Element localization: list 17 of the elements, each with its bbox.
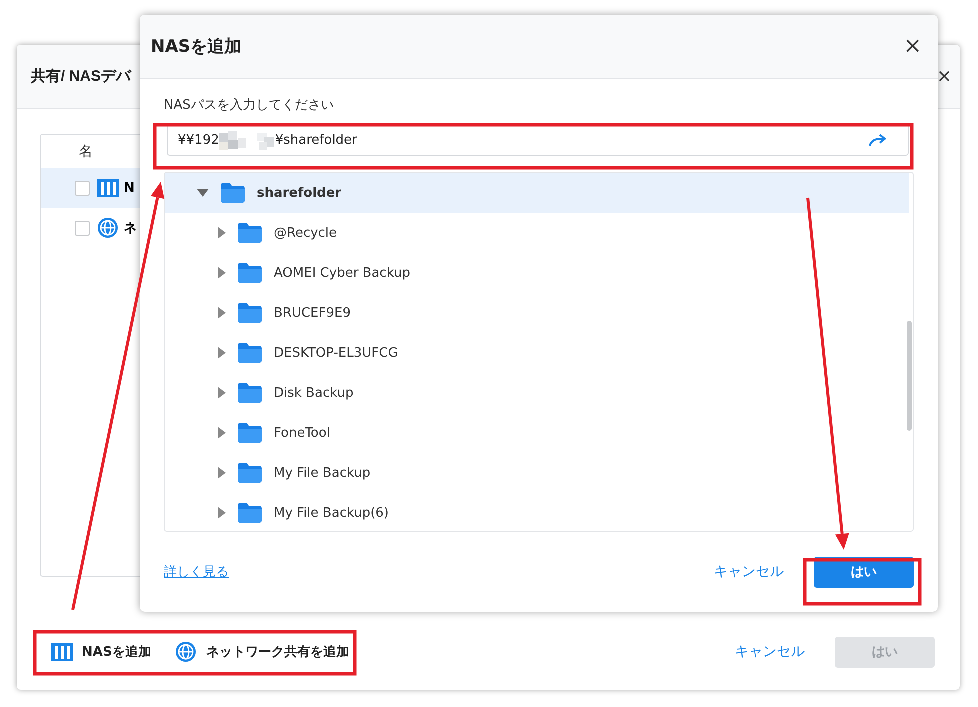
path-text: ¥¥192 (178, 132, 220, 148)
folder-name: DESKTOP-EL3UFCG (274, 346, 398, 360)
folder-name: AOMEI Cyber Backup (274, 266, 410, 280)
field-label: NASパスを入力してください (164, 97, 335, 114)
folder-name: Disk Backup (274, 386, 354, 400)
dialog-title: 共有/ NASデバ (31, 67, 132, 86)
folder-name: My File Backup(6) (274, 506, 389, 520)
dialog-title: NASを追加 (151, 36, 242, 58)
column-header: 名 (79, 142, 93, 160)
folder-name: BRUCEF9E9 (274, 306, 351, 320)
folder-name: @Recycle (274, 226, 338, 240)
row-name: N (124, 180, 135, 196)
path-text: ¥sharefolder (275, 132, 358, 148)
folder-name: My File Backup (274, 466, 371, 480)
folder-name: FoneTool (274, 426, 330, 440)
folder-name: sharefolder (257, 186, 342, 200)
row-name: ネ (124, 220, 137, 237)
